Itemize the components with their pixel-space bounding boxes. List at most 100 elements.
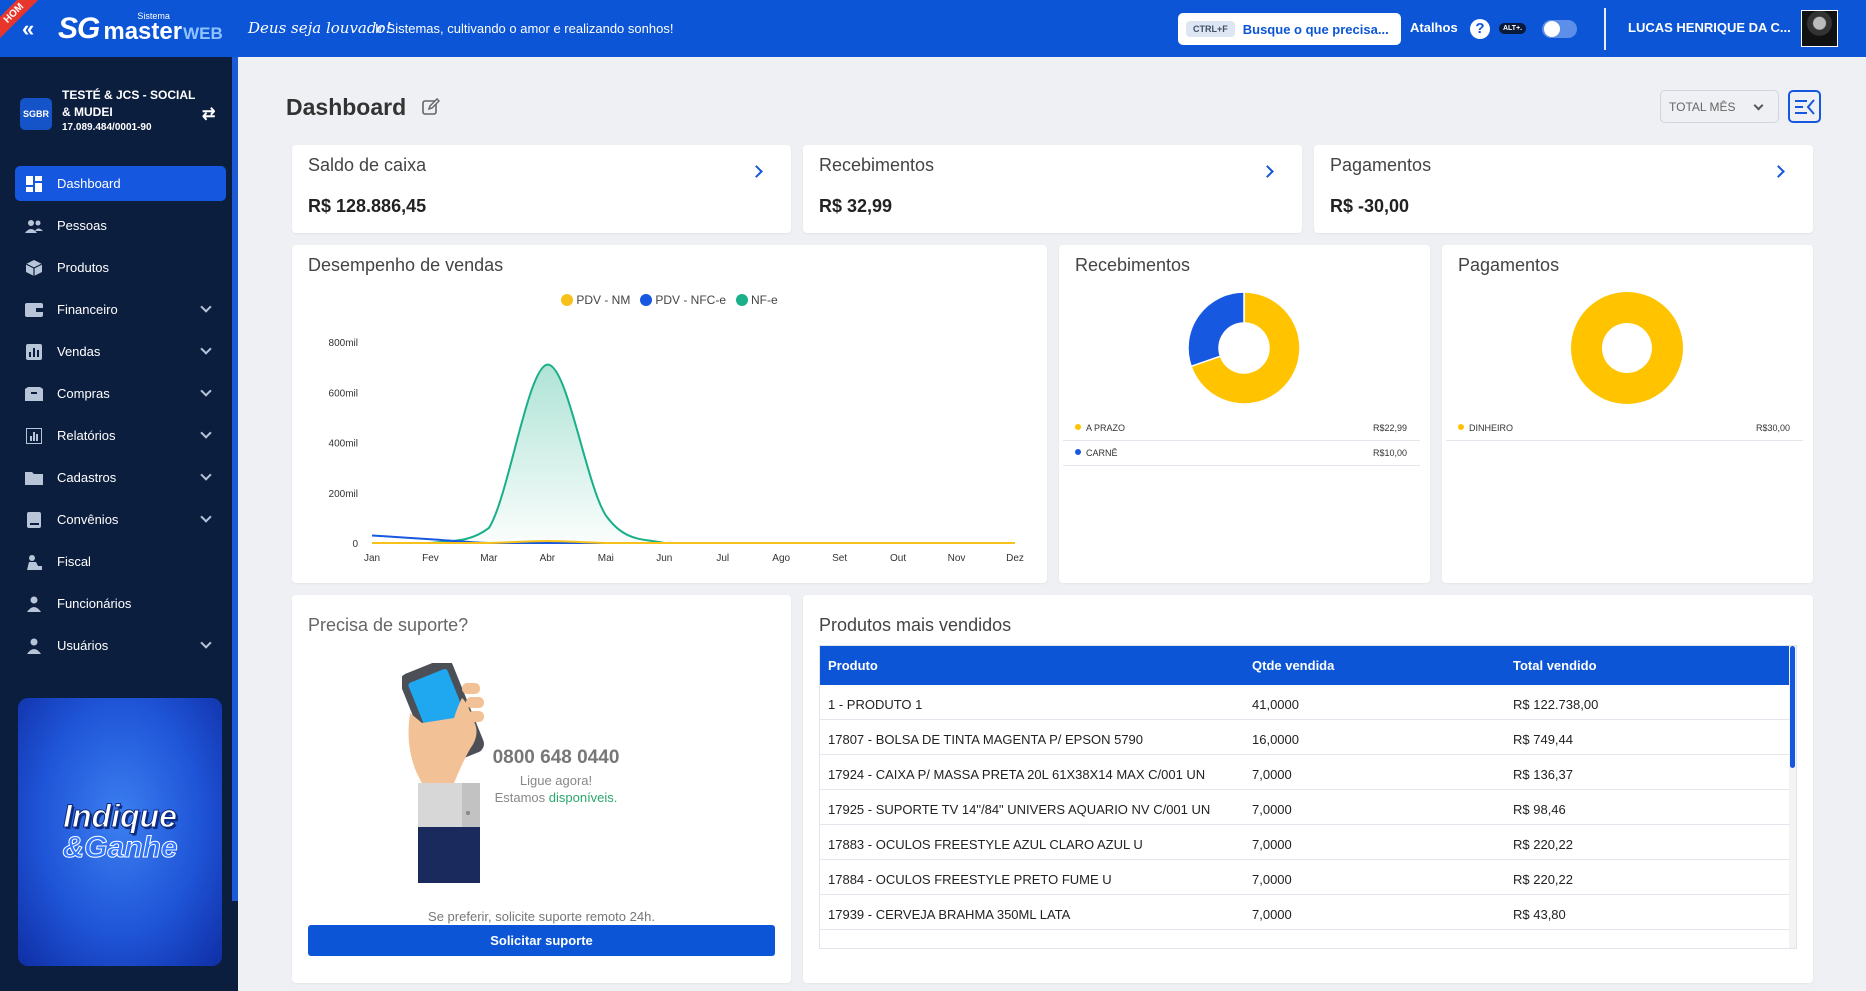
- logo-master: master: [103, 18, 183, 45]
- x-tick-label: Jan: [364, 553, 380, 564]
- x-tick-label: Set: [832, 553, 847, 564]
- column-header-qtde[interactable]: Qtde vendida: [1252, 658, 1334, 673]
- column-header-total[interactable]: Total vendido: [1513, 658, 1597, 673]
- request-support-button[interactable]: Solicitar suporte: [308, 925, 775, 956]
- x-tick-label: Mai: [598, 553, 614, 564]
- chevron-down-icon: [200, 469, 212, 481]
- chevron-down-icon: [200, 301, 212, 313]
- logo-web: WEB: [183, 24, 223, 43]
- pie-slice-dinheiro[interactable]: [1571, 292, 1683, 404]
- motto: Deus seja louvado!: [248, 19, 392, 37]
- summary-card-title: Recebimentos: [819, 155, 935, 175]
- sidebar-item-compras[interactable]: Compras: [15, 376, 226, 411]
- series-line-nfe[interactable]: [371, 363, 1015, 545]
- availability-text: Estamos disponíveis.: [478, 790, 634, 805]
- cell-quantity: 7,0000: [1252, 872, 1292, 887]
- scrollbar-thumb[interactable]: [1790, 646, 1795, 768]
- sidebar-scrollbar[interactable]: [232, 57, 238, 901]
- help-icon[interactable]: ?: [1470, 19, 1490, 39]
- table-row[interactable]: 17925 - SUPORTE TV 14"/84" UNIVERS AQUAR…: [820, 790, 1790, 825]
- sidebar-item-label: Convênios: [57, 512, 119, 527]
- y-tick-label: 800mil: [329, 338, 358, 349]
- promo-line1: Indique: [63, 798, 178, 834]
- sidebar-item-financeiro[interactable]: Financeiro: [15, 292, 226, 327]
- sidebar-item-vendas[interactable]: Vendas: [15, 334, 226, 369]
- column-header-produto[interactable]: Produto: [828, 658, 878, 673]
- sidebar-item-dashboard[interactable]: Dashboard: [15, 166, 226, 201]
- summary-card-recebimentos[interactable]: Recebimentos R$ 32,99: [803, 145, 1302, 233]
- table-row[interactable]: 17883 - OCULOS FREESTYLE AZUL CLARO AZUL…: [820, 825, 1790, 860]
- global-search[interactable]: CTRL+F Busque o que precisa...: [1178, 13, 1401, 45]
- chevron-right-icon[interactable]: [750, 165, 763, 178]
- summary-card-saldo[interactable]: Saldo de caixa R$ 128.886,45: [292, 145, 791, 233]
- table-row[interactable]: 17884 - OCULOS FREESTYLE PRETO FUME U 7,0…: [820, 860, 1790, 895]
- table-row[interactable]: 1 - PRODUTO 1 41,0000 R$ 122.738,00: [820, 685, 1790, 720]
- sidebar-item-label: Usuários: [57, 638, 109, 653]
- products-title: Produtos mais vendidos: [819, 615, 1012, 635]
- x-tick-label: Fev: [422, 553, 439, 564]
- sidebar-item-cadastros[interactable]: Cadastros: [15, 460, 226, 495]
- sidebar-item-fiscal[interactable]: Fiscal: [15, 544, 226, 579]
- sidebar: SGBR TESTÉ & JCS - SOCIAL & MUDEI 17.089…: [0, 57, 238, 991]
- sales-chart-card: Desempenho de vendas PDV - NM PDV - NFC-…: [292, 245, 1047, 583]
- cell-quantity: 7,0000: [1252, 767, 1292, 782]
- cell-total: R$ 122.738,00: [1513, 697, 1599, 712]
- sidebar-item-label: Dashboard: [57, 176, 121, 191]
- sidebar-item-usuarios[interactable]: Usuários: [15, 628, 226, 663]
- sidebar-item-pessoas[interactable]: Pessoas: [15, 208, 226, 243]
- cell-total: R$ 43,80: [1513, 907, 1566, 922]
- referral-banner[interactable]: Indique &Ganhe: [18, 698, 222, 966]
- chevron-down-icon: [200, 637, 212, 649]
- theme-toggle[interactable]: [1542, 20, 1577, 38]
- collapse-sidebar-icon[interactable]: «: [22, 16, 34, 42]
- chevron-right-icon[interactable]: [1772, 165, 1785, 178]
- app-logo[interactable]: SG Sistema masterWEB: [58, 12, 223, 44]
- chevron-down-icon: [200, 385, 212, 397]
- payment-legend-row: DINHEIRO R$30,00: [1446, 417, 1803, 441]
- divider: [1604, 8, 1606, 50]
- edit-icon[interactable]: [422, 97, 441, 121]
- cell-total: R$ 749,44: [1513, 732, 1573, 747]
- chevron-right-icon[interactable]: [1261, 165, 1274, 178]
- availability-prefix: Estamos: [494, 790, 549, 805]
- toggle-panel-button[interactable]: [1788, 90, 1821, 123]
- folder-icon: [25, 470, 43, 486]
- company-name: TESTÉ & JCS - SOCIAL & MUDEI: [62, 88, 196, 119]
- avatar[interactable]: [1801, 10, 1838, 47]
- sidebar-item-convenios[interactable]: Convênios: [15, 502, 226, 537]
- cell-product: 17925 - SUPORTE TV 14"/84" UNIVERS AQUAR…: [828, 802, 1211, 817]
- x-tick-label: Nov: [948, 553, 966, 564]
- support-phone[interactable]: 0800 648 0440: [478, 747, 634, 769]
- help-shortcut-badge: ALT+.: [1499, 23, 1527, 34]
- x-tick-label: Mar: [480, 553, 498, 564]
- sidebar-item-relatorios[interactable]: Relatórios: [15, 418, 226, 453]
- sidebar-item-label: Compras: [57, 386, 110, 401]
- logo-sg: SG: [58, 12, 100, 45]
- cell-product: 17884 - OCULOS FREESTYLE PRETO FUME U: [828, 872, 1112, 887]
- table-row[interactable]: 17939 - CERVEJA BRAHMA 350ML LATA 7,0000 R…: [820, 895, 1790, 930]
- table-scrollbar[interactable]: [1789, 646, 1796, 948]
- user-name[interactable]: LUCAS HENRIQUE DA C...: [1628, 20, 1791, 35]
- legend-label: DINHEIRO: [1469, 423, 1514, 433]
- summary-card-value: R$ -30,00: [1330, 196, 1410, 216]
- box-icon: [25, 259, 43, 276]
- sidebar-item-produtos[interactable]: Produtos: [15, 250, 226, 285]
- top-bar: HOM « SG Sistema masterWEB Deus seja lou…: [0, 0, 1866, 57]
- period-select[interactable]: TOTAL MÊS: [1660, 90, 1779, 123]
- sidebar-item-label: Vendas: [57, 344, 101, 359]
- period-select-value: TOTAL MÊS: [1669, 99, 1736, 114]
- legend-amount: R$10,00: [1372, 448, 1407, 458]
- summary-card-value: R$ 32,99: [819, 196, 893, 216]
- availability-highlight: disponíveis.: [548, 790, 618, 805]
- sidebar-item-label: Produtos: [57, 260, 110, 275]
- switch-company-icon[interactable]: ⇄: [202, 104, 215, 124]
- table-row[interactable]: 17924 - CAIXA P/ MASSA PRETA 20L 61X38X1…: [820, 755, 1790, 790]
- sidebar-item-funcionarios[interactable]: Funcionários: [15, 586, 226, 621]
- summary-card-pagamentos[interactable]: Pagamentos R$ -30,00: [1314, 145, 1813, 233]
- pie-slice-carn-[interactable]: [1187, 291, 1245, 368]
- cell-quantity: 7,0000: [1252, 907, 1292, 922]
- table-row[interactable]: 17807 - BOLSA DE TINTA MAGENTA P/ EPSON …: [820, 720, 1790, 755]
- company-logo: SGBR: [20, 98, 52, 130]
- shortcuts-link[interactable]: Atalhos: [1410, 20, 1458, 35]
- y-tick-label: 600mil: [329, 388, 358, 399]
